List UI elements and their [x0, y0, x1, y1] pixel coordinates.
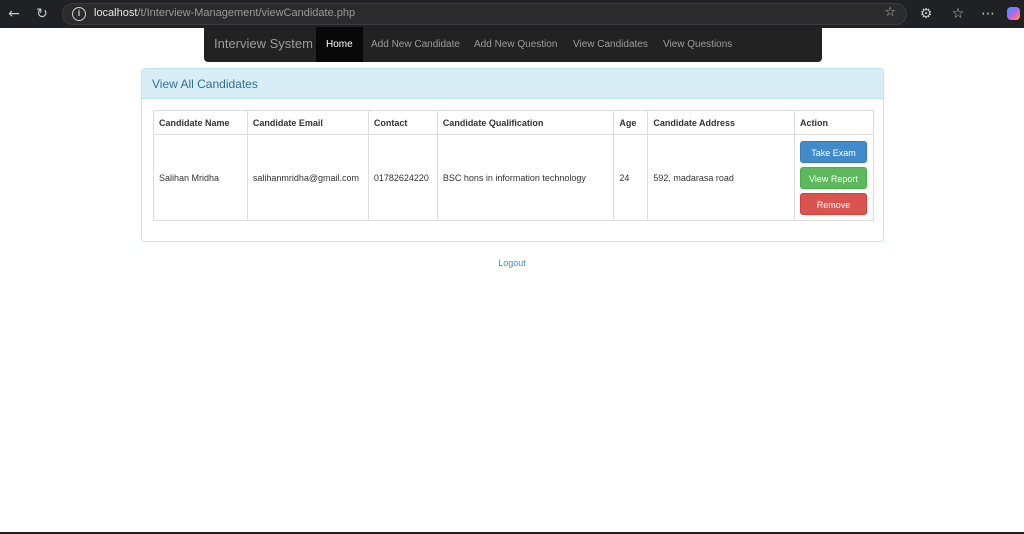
cell-contact: 01782624220: [367, 134, 438, 221]
cell-address: 592, madarasa road: [647, 134, 795, 221]
column-header-age: Age: [613, 110, 649, 135]
reload-icon[interactable]: ↻: [32, 4, 52, 24]
browser-toolbar: ← ↻ i localhost/t/Interview-Management/v…: [0, 0, 1024, 28]
navbar-brand[interactable]: Interview System: [214, 36, 313, 51]
puzzle-icon[interactable]: ⚙: [916, 4, 936, 24]
remove-button[interactable]: Remove: [799, 193, 867, 215]
arrow-left-icon[interactable]: ←: [4, 4, 24, 24]
column-header-contact: Contact: [367, 110, 438, 135]
candidates-panel: View All Candidates Candidate Name Candi…: [141, 68, 884, 242]
nav-item-add-new-question[interactable]: Add New Question: [464, 27, 567, 62]
view-report-button[interactable]: View Report: [799, 167, 867, 189]
column-header-address: Candidate Address: [647, 110, 795, 135]
cell-email: salihanmridha@gmail.com: [246, 134, 369, 221]
column-header-name: Candidate Name: [153, 110, 248, 135]
favorites-icon[interactable]: ☆: [948, 4, 968, 24]
nav-item-view-candidates[interactable]: View Candidates: [563, 27, 658, 62]
cell-actions: Take Exam View Report Remove: [793, 134, 875, 221]
logout-link[interactable]: Logout: [498, 258, 526, 268]
candidates-table: Candidate Name Candidate Email Contact C…: [153, 110, 875, 221]
nav-item-home[interactable]: Home: [316, 27, 363, 62]
nav-item-add-new-candidate[interactable]: Add New Candidate: [361, 27, 470, 62]
column-header-action: Action: [793, 110, 875, 135]
cell-age: 24: [613, 134, 649, 221]
panel-title: View All Candidates: [152, 77, 258, 91]
table-header-row: Candidate Name Candidate Email Contact C…: [153, 110, 875, 135]
main-navbar: Interview System Home Add New Candidate …: [204, 27, 822, 62]
url-text[interactable]: localhost/t/Interview-Management/viewCan…: [94, 7, 355, 19]
cell-qualification: BSC hons in information technology: [436, 134, 615, 221]
more-icon[interactable]: ⋯: [978, 4, 998, 24]
nav-item-view-questions[interactable]: View Questions: [653, 27, 742, 62]
logout-link-row: Logout: [0, 258, 1024, 268]
info-icon[interactable]: i: [72, 7, 86, 21]
cell-name: Salihan Mridha: [153, 134, 248, 221]
panel-heading: View All Candidates: [142, 69, 883, 99]
column-header-email: Candidate Email: [246, 110, 369, 135]
take-exam-button[interactable]: Take Exam: [799, 141, 867, 163]
copilot-icon[interactable]: [1007, 7, 1020, 20]
table-row: Salihan Mridha salihanmridha@gmail.com 0…: [153, 134, 875, 221]
column-header-qualification: Candidate Qualification: [436, 110, 615, 135]
star-icon[interactable]: ☆: [884, 5, 896, 20]
address-bar[interactable]: i localhost/t/Interview-Management/viewC…: [62, 3, 907, 25]
